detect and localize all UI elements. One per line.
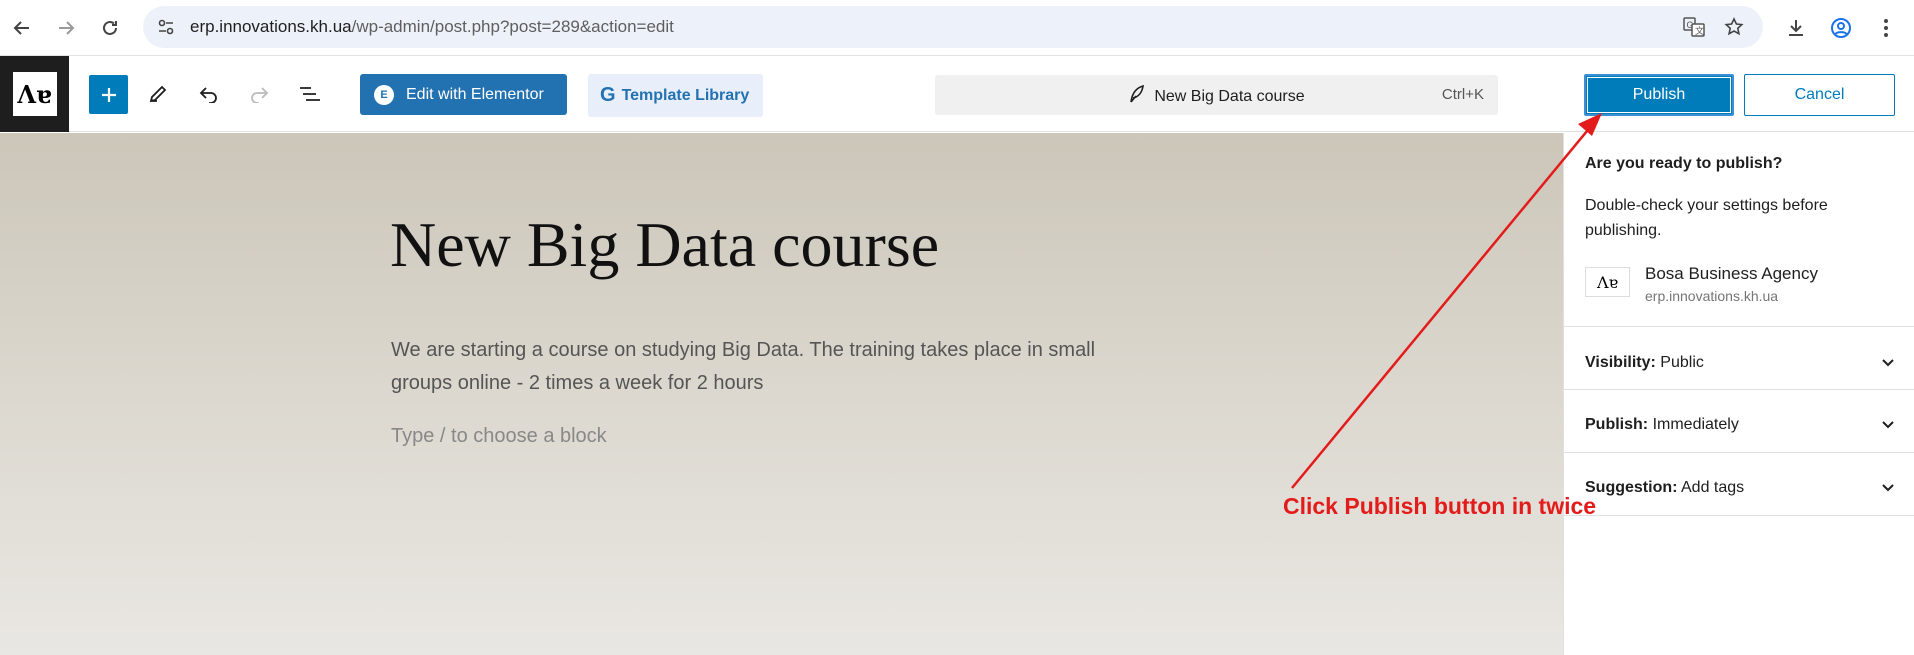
edit-with-elementor-button[interactable]: E Edit with Elementor: [360, 74, 567, 115]
prepublish-panel: Are you ready to publish? Double-check y…: [1563, 133, 1914, 655]
post-title[interactable]: New Big Data course: [390, 208, 939, 282]
publish-button[interactable]: Publish: [1584, 74, 1734, 116]
site-url: erp.innovations.kh.ua: [1645, 288, 1779, 304]
visibility-row[interactable]: Visibility: Public: [1585, 354, 1895, 372]
menu-dots-icon[interactable]: [1870, 12, 1902, 44]
site-icon: Ʌɐ: [1585, 267, 1630, 297]
list-view-icon: [300, 87, 320, 101]
prepublish-description: Double-check your settings before publis…: [1585, 197, 1828, 239]
address-bar[interactable]: erp.innovations.kh.ua/wp-admin/post.php?…: [143, 6, 1763, 48]
annotation-text: Click Publish button in twice: [1283, 493, 1597, 519]
edit-with-elementor-label: Edit with Elementor: [406, 85, 544, 103]
redo-icon: [251, 87, 269, 103]
add-block-button[interactable]: [89, 75, 128, 114]
divider: [1564, 452, 1914, 453]
suggestion-value: Add tags: [1681, 479, 1745, 496]
cancel-button[interactable]: Cancel: [1744, 74, 1895, 116]
redo-button[interactable]: [239, 74, 279, 114]
feather-icon: [1130, 85, 1145, 103]
publish-date-row[interactable]: Publish: Immediately: [1585, 416, 1895, 434]
document-overview-button[interactable]: [290, 74, 330, 114]
suggestion-label: Suggestion:: [1585, 479, 1678, 496]
template-library-label: Template Library: [621, 86, 750, 104]
divider: [1564, 515, 1914, 516]
chevron-down-icon: [1882, 484, 1894, 492]
reload-icon[interactable]: [94, 12, 126, 44]
forward-icon[interactable]: [50, 12, 82, 44]
visibility-label: Visibility:: [1585, 354, 1656, 371]
prepublish-question: Are you ready to publish?: [1585, 155, 1783, 172]
shortcut-hint: Ctrl+K: [1441, 86, 1484, 103]
site-info-icon[interactable]: [151, 12, 181, 42]
undo-button[interactable]: [189, 74, 229, 114]
back-icon[interactable]: [6, 12, 38, 44]
tools-button[interactable]: [138, 74, 178, 114]
download-icon[interactable]: [1780, 12, 1812, 44]
bookmark-star-icon[interactable]: [1719, 12, 1749, 42]
plus-icon: [101, 87, 116, 102]
chevron-down-icon: [1882, 359, 1894, 367]
template-library-icon: G: [600, 84, 616, 106]
site-icon-mark: Ʌɐ: [1596, 272, 1619, 292]
elementor-icon: E: [374, 84, 394, 105]
divider: [1564, 389, 1914, 390]
document-title: New Big Data course: [1154, 88, 1305, 105]
template-library-button[interactable]: G Template Library: [588, 74, 763, 117]
undo-icon: [199, 87, 217, 103]
chevron-down-icon: [1882, 421, 1894, 429]
editor-header: Ʌɐ E Edit with Elementor G Template Libr…: [0, 56, 1914, 132]
profile-icon[interactable]: [1825, 12, 1857, 44]
visibility-value: Public: [1660, 354, 1704, 371]
block-placeholder[interactable]: Type / to choose a block: [391, 425, 607, 448]
translate-icon[interactable]: G文: [1679, 12, 1709, 42]
site-logo-mark: Ʌɐ: [12, 72, 57, 116]
editor-canvas: New Big Data course We are starting a co…: [0, 133, 1563, 655]
site-name: Bosa Business Agency: [1645, 264, 1818, 283]
pencil-icon: [149, 85, 167, 103]
paragraph-block[interactable]: We are starting a course on studying Big…: [391, 334, 1151, 400]
command-palette-bar[interactable]: New Big Data course Ctrl+K: [935, 75, 1498, 115]
browser-toolbar: erp.innovations.kh.ua/wp-admin/post.php?…: [0, 0, 1914, 56]
url-text: erp.innovations.kh.ua/wp-admin/post.php?…: [190, 17, 674, 36]
publish-label: Publish:: [1585, 416, 1649, 433]
svg-text:文: 文: [1695, 25, 1704, 36]
divider: [1564, 326, 1914, 327]
suggestion-row[interactable]: Suggestion: Add tags: [1585, 479, 1895, 497]
site-logo[interactable]: Ʌɐ: [0, 56, 69, 132]
publish-value: Immediately: [1652, 416, 1739, 433]
